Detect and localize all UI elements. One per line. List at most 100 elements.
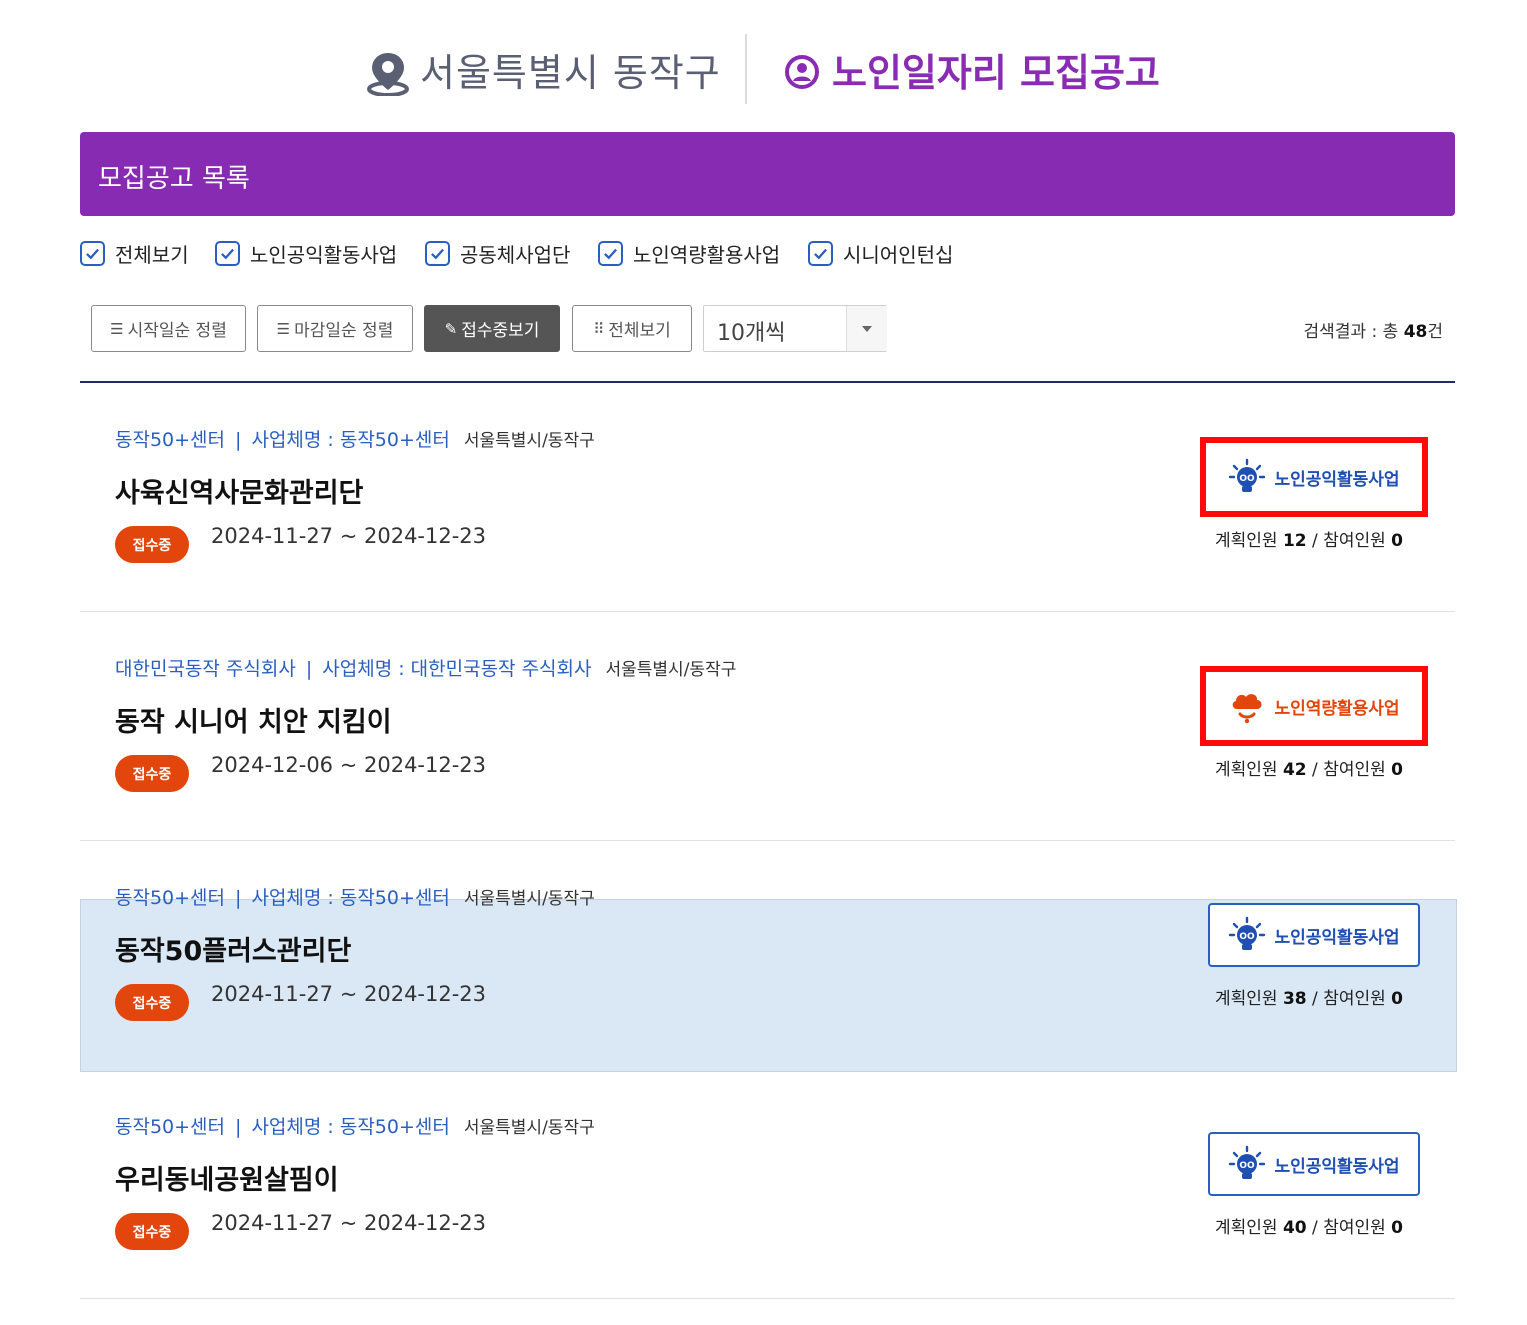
status-badge: 접수중 (115, 526, 189, 563)
location-text: 서울특별시 동작구 (420, 51, 721, 95)
open-only-button[interactable]: ✎ 접수중보기 (424, 305, 560, 352)
job-list-item[interactable]: 동작50+센터 | 사업체명 : 동작50+센터 서울특별시/동작구 사육신역사문화관… (80, 383, 1455, 612)
job-meta: 대한민국동작 주식회사 | 사업체명 : 대한민국동작 주식회사 서울특별시/동작구 (115, 654, 736, 681)
headcount: 계획인원 40 / 참여인원 0 (1215, 1213, 1403, 1238)
participants-count: 0 (1391, 1218, 1403, 1238)
job-title-link[interactable]: 동작 시니어 치안 지킴이 (115, 700, 392, 739)
header-divider (745, 34, 747, 104)
org-name[interactable]: 대한민국동작 주식회사 (411, 658, 592, 680)
job-type-badge[interactable]: OO 노인공익활동사업 (1200, 437, 1428, 517)
job-type-label: 노인공익활동사업 (1274, 469, 1400, 490)
filter-checkbox[interactable] (80, 240, 105, 266)
button-label: 접수중보기 (461, 321, 540, 341)
job-type-badge[interactable]: OO 노인공익활동사업 (1208, 1132, 1420, 1196)
result-number: 48 (1403, 322, 1428, 342)
page-header: 서울특별시 동작구 노인일자리 모집공고 (0, 0, 1527, 110)
filter-community[interactable]: 공동체사업단 (425, 237, 570, 269)
planned-count: 38 (1282, 989, 1307, 1009)
job-meta: 동작50+센터 | 사업체명 : 동작50+센터 서울특별시/동작구 (115, 883, 595, 910)
result-count: 검색결과 : 총 48건 (1304, 317, 1443, 342)
job-period: 2024-11-27 ~ 2024-12-23 (211, 524, 487, 548)
count-separator: / (1306, 760, 1324, 780)
check-icon (814, 248, 827, 259)
result-suffix: 건 (1427, 322, 1443, 342)
button-label: 마감일순 정렬 (294, 321, 394, 341)
list-icon: ☰ (110, 319, 124, 338)
job-type-badge[interactable]: 노인역량활용사업 (1200, 666, 1428, 746)
participants-label: 참여인원 (1323, 1218, 1392, 1238)
filter-capacity[interactable]: 노인역량활용사업 (598, 237, 780, 269)
center-link[interactable]: 동작50+센터 (115, 429, 225, 451)
meta-separator: | (235, 887, 242, 909)
job-list-item[interactable]: 동작50+센터 | 사업체명 : 동작50+센터 서울특별시/동작구 동작50플러스관… (80, 841, 1457, 1072)
planned-label: 계획인원 (1215, 531, 1283, 551)
job-type-label: 노인역량활용사업 (1274, 698, 1400, 719)
participants-count: 0 (1391, 760, 1403, 780)
filter-senior-intern[interactable]: 시니어인턴십 (808, 237, 953, 269)
map-pin-icon (367, 53, 409, 96)
filter-checkbox[interactable] (808, 240, 833, 266)
count-separator: / (1306, 531, 1324, 551)
list-toolbar: ☰ 시작일순 정렬 ☰ 마감일순 정렬 ✎ 접수중보기 ⠿ 전체보기 10개씩 … (80, 305, 1455, 353)
org-prefix: 사업체명 : (251, 887, 340, 909)
org-name[interactable]: 동작50+센터 (340, 429, 450, 451)
job-type-label: 노인공익활동사업 (1274, 1156, 1400, 1177)
job-type-badge[interactable]: OO 노인공익활동사업 (1208, 903, 1420, 967)
region-text: 서울특별시/동작구 (463, 431, 595, 451)
filter-label: 전체보기 (115, 242, 189, 267)
org-name[interactable]: 동작50+센터 (340, 1116, 450, 1138)
region-text: 서울특별시/동작구 (463, 889, 595, 909)
center-link[interactable]: 동작50+센터 (115, 887, 225, 909)
job-period: 2024-11-27 ~ 2024-12-23 (211, 982, 487, 1006)
planned-label: 계획인원 (1215, 989, 1283, 1009)
button-label: 시작일순 정렬 (127, 321, 227, 341)
job-title-link[interactable]: 우리동네공원살핌이 (115, 1158, 339, 1197)
check-icon (431, 248, 444, 259)
filter-public-activity[interactable]: 노인공익활동사업 (215, 237, 397, 269)
result-prefix: 검색결과 : 총 (1303, 322, 1404, 342)
org-name[interactable]: 동작50+센터 (340, 887, 450, 909)
svg-text:OO: OO (1240, 932, 1256, 942)
check-icon (604, 248, 617, 259)
meta-separator: | (235, 1116, 242, 1138)
participants-count: 0 (1391, 989, 1403, 1009)
lightbulb-icon: OO (1229, 458, 1266, 492)
filter-label: 시니어인턴십 (843, 242, 954, 267)
participants-label: 참여인원 (1323, 760, 1392, 780)
job-list-item[interactable]: 대한민국동작 주식회사 | 사업체명 : 대한민국동작 주식회사 서울특별시/동작구 … (80, 612, 1455, 841)
planned-count: 42 (1282, 760, 1307, 780)
job-title-link[interactable]: 동작50플러스관리단 (115, 929, 351, 968)
center-link[interactable]: 대한민국동작 주식회사 (115, 658, 296, 680)
status-badge: 접수중 (115, 755, 189, 792)
job-meta: 동작50+센터 | 사업체명 : 동작50+센터 서울특별시/동작구 (115, 1112, 595, 1139)
region-text: 서울특별시/동작구 (463, 1118, 595, 1138)
center-link[interactable]: 동작50+센터 (115, 1116, 225, 1138)
count-separator: / (1306, 1218, 1324, 1238)
page-size-value: 10개씩 (717, 321, 786, 346)
pencil-icon: ✎ (444, 319, 458, 338)
filter-checkbox[interactable] (598, 240, 623, 266)
page-size-select[interactable]: 10개씩 (703, 305, 887, 352)
view-all-button[interactable]: ⠿ 전체보기 (572, 305, 692, 352)
filter-all[interactable]: 전체보기 (80, 237, 189, 269)
button-label: 전체보기 (608, 321, 671, 341)
region-text: 서울특별시/동작구 (605, 660, 737, 680)
filter-label: 공동체사업단 (460, 242, 571, 267)
participants-label: 참여인원 (1323, 531, 1392, 551)
sort-end-button[interactable]: ☰ 마감일순 정렬 (257, 305, 413, 352)
job-title-link[interactable]: 사육신역사문화관리단 (115, 471, 363, 510)
caret-down-icon[interactable] (846, 306, 887, 351)
job-list-item[interactable]: 동작50+센터 | 사업체명 : 동작50+센터 서울특별시/동작구 우리동네공원살핌… (80, 1070, 1455, 1299)
headcount: 계획인원 38 / 참여인원 0 (1215, 984, 1403, 1009)
org-prefix: 사업체명 : (251, 429, 340, 451)
filter-checkbox[interactable] (215, 240, 240, 266)
org-prefix: 사업체명 : (251, 1116, 340, 1138)
status-badge: 접수중 (115, 1213, 189, 1250)
meta-separator: | (235, 429, 242, 451)
job-period: 2024-11-27 ~ 2024-12-23 (211, 1211, 487, 1235)
filter-checkbox[interactable] (425, 240, 450, 266)
headcount: 계획인원 12 / 참여인원 0 (1215, 526, 1403, 551)
svg-text:OO: OO (1240, 474, 1256, 484)
page-title: 노인일자리 모집공고 (832, 51, 1160, 95)
sort-start-button[interactable]: ☰ 시작일순 정렬 (91, 305, 246, 352)
